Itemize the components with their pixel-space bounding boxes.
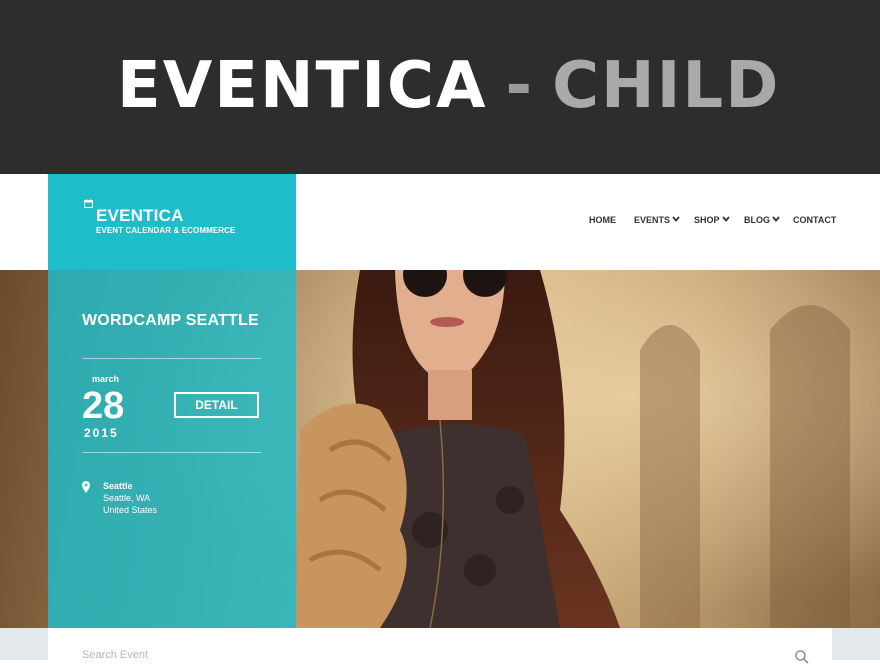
- event-panel: WORDCAMP SEATTLE march 28 2015 DETAIL Se…: [48, 270, 296, 628]
- nav-item-events[interactable]: EVENTS: [634, 215, 680, 225]
- search-icon[interactable]: [795, 650, 809, 664]
- title-banner: EVENTICA - CHILD: [0, 0, 880, 174]
- nav-label: BLOG: [744, 215, 770, 225]
- event-title[interactable]: WORDCAMP SEATTLE: [82, 312, 259, 330]
- theme-title: EVENTICA - CHILD: [117, 46, 780, 126]
- nav-label: HOME: [589, 215, 616, 225]
- hero-section: WORDCAMP SEATTLE march 28 2015 DETAIL Se…: [0, 270, 880, 628]
- theme-title-main: EVENTICA: [117, 49, 488, 123]
- nav-item-blog[interactable]: BLOG: [744, 215, 780, 225]
- nav-item-home[interactable]: HOME: [589, 215, 616, 225]
- main-nav: HOME EVENTS SHOP BLOG CONTACT: [0, 215, 880, 231]
- divider: [82, 358, 261, 359]
- location-name: Seattle: [103, 481, 133, 491]
- chevron-down-icon: [721, 216, 730, 222]
- map-pin-icon: [82, 481, 90, 493]
- divider: [82, 452, 261, 453]
- nav-label: SHOP: [694, 215, 720, 225]
- event-year: 2015: [84, 426, 119, 440]
- search-strip: [0, 628, 880, 664]
- calendar-icon: [84, 199, 93, 208]
- chevron-down-icon: [672, 216, 680, 222]
- nav-item-shop[interactable]: SHOP: [694, 215, 730, 225]
- chevron-down-icon: [772, 216, 780, 222]
- theme-title-separator: -: [505, 49, 535, 123]
- theme-title-subtitle: CHILD: [552, 49, 781, 123]
- nav-item-contact[interactable]: CONTACT: [793, 215, 836, 225]
- nav-label: CONTACT: [793, 215, 837, 225]
- event-month: march: [92, 374, 120, 384]
- detail-button[interactable]: DETAIL: [174, 392, 259, 418]
- location-country: United States: [103, 505, 158, 515]
- event-day: 28: [82, 385, 125, 427]
- location-city: Seattle, WA: [103, 493, 151, 503]
- search-box: [48, 628, 832, 664]
- nav-label: EVENTS: [634, 215, 671, 225]
- site-header: EVENTICA EVENT CALENDAR & ECOMMERCE HOME…: [0, 174, 880, 270]
